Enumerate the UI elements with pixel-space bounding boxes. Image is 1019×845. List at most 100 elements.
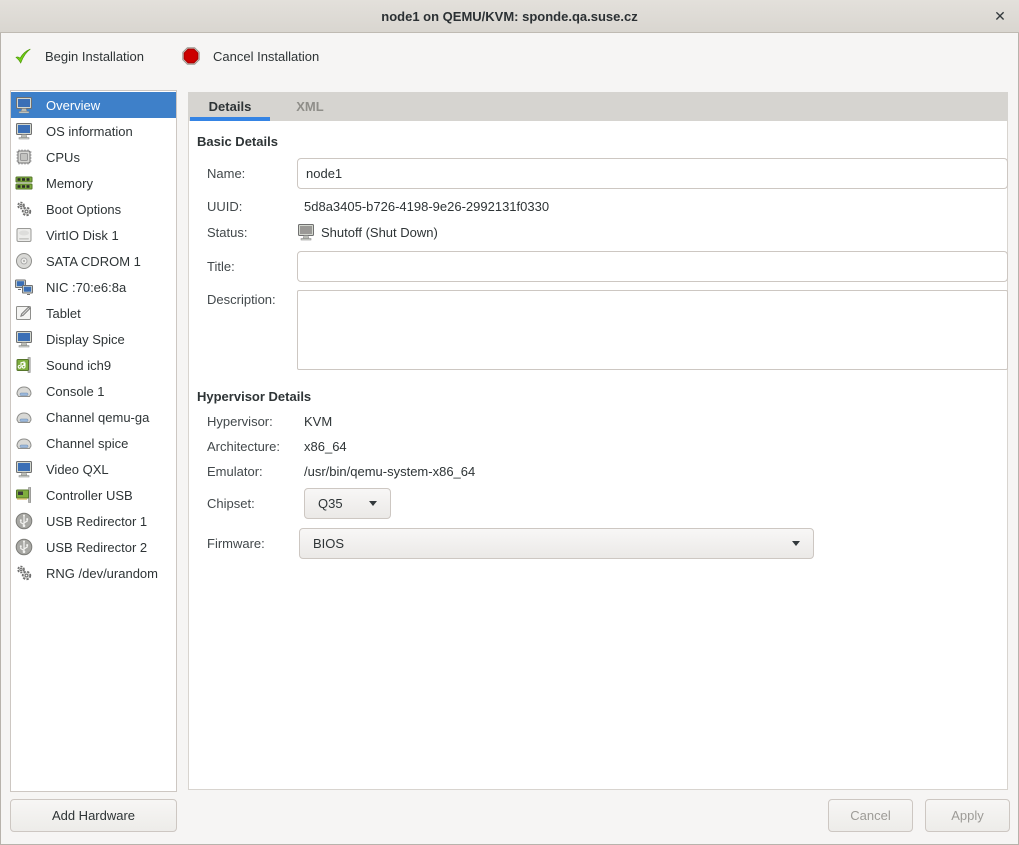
description-label: Description: — [207, 292, 276, 308]
gears-icon — [14, 199, 34, 219]
sidebar-item-label: CPUs — [46, 150, 80, 165]
name-label: Name: — [207, 166, 245, 182]
sidebar-item-virtio-disk-1[interactable]: VirtIO Disk 1 — [11, 222, 176, 248]
cpu-icon — [14, 147, 34, 167]
tab-details[interactable]: Details — [190, 92, 270, 121]
details-panel: Basic Details Name: UUID: 5d8a3405-b726-… — [188, 121, 1008, 790]
monitor-icon — [14, 459, 34, 479]
window-title: node1 on QEMU/KVM: sponde.qa.suse.cz — [381, 9, 637, 24]
sidebar-item-overview[interactable]: Overview — [11, 92, 176, 118]
sound-card-icon — [14, 355, 34, 375]
title-input[interactable] — [297, 251, 1008, 282]
emulator-label: Emulator: — [207, 464, 263, 480]
title-label: Title: — [207, 259, 235, 275]
sidebar-item-video-qxl[interactable]: Video QXL — [11, 456, 176, 482]
close-icon[interactable]: ✕ — [987, 3, 1013, 29]
sidebar-item-label: Controller USB — [46, 488, 133, 503]
sidebar-item-usb-redirector-1[interactable]: USB Redirector 1 — [11, 508, 176, 534]
sidebar-item-sata-cdrom-1[interactable]: SATA CDROM 1 — [11, 248, 176, 274]
monitor-icon — [14, 329, 34, 349]
tablet-icon — [14, 303, 34, 323]
serial-device-icon — [14, 381, 34, 401]
monitor-icon — [14, 95, 34, 115]
sidebar-item-label: Overview — [46, 98, 100, 113]
cancel-installation-label: Cancel Installation — [213, 49, 319, 64]
sidebar-item-label: SATA CDROM 1 — [46, 254, 141, 269]
sidebar-item-label: Console 1 — [46, 384, 105, 399]
sidebar-item-label: Boot Options — [46, 202, 121, 217]
cancel-installation-button[interactable]: Cancel Installation — [180, 45, 319, 67]
sidebar-item-cpus[interactable]: CPUs — [11, 144, 176, 170]
architecture-label: Architecture: — [207, 439, 280, 455]
toolbar: Begin Installation Cancel Installation — [0, 34, 1019, 78]
uuid-label: UUID: — [207, 199, 242, 215]
network-icon — [14, 277, 34, 297]
status-value: Shutoff (Shut Down) — [321, 225, 438, 240]
sidebar-item-console-1[interactable]: Console 1 — [11, 378, 176, 404]
sidebar-item-tablet[interactable]: Tablet — [11, 300, 176, 326]
cdrom-icon — [14, 251, 34, 271]
sidebar-item-label: RNG /dev/urandom — [46, 566, 158, 581]
chipset-label: Chipset: — [207, 496, 255, 512]
hypervisor-details-heading: Hypervisor Details — [197, 389, 311, 405]
hypervisor-label: Hypervisor: — [207, 414, 273, 430]
tab-xml-label: XML — [296, 99, 323, 114]
shutoff-monitor-icon — [296, 222, 316, 242]
sidebar-item-channel-qemu-ga[interactable]: Channel qemu-ga — [11, 404, 176, 430]
uuid-value: 5d8a3405-b726-4198-9e26-2992131f0330 — [304, 199, 549, 215]
sidebar-item-label: Channel qemu-ga — [46, 410, 149, 425]
emulator-value: /usr/bin/qemu-system-x86_64 — [304, 464, 475, 480]
serial-device-icon — [14, 433, 34, 453]
sidebar-item-memory[interactable]: Memory — [11, 170, 176, 196]
sidebar-item-label: Sound ich9 — [46, 358, 111, 373]
sidebar-item-channel-spice[interactable]: Channel spice — [11, 430, 176, 456]
hypervisor-value: KVM — [304, 414, 332, 430]
sidebar-item-sound-ich9[interactable]: Sound ich9 — [11, 352, 176, 378]
cancel-button[interactable]: Cancel — [828, 799, 913, 832]
sidebar-item-label: USB Redirector 2 — [46, 540, 147, 555]
usb-icon — [14, 511, 34, 531]
disk-icon — [14, 225, 34, 245]
chevron-down-icon — [369, 501, 377, 506]
details-notebook: Details XML Basic Details Name: UUID: 5d… — [188, 92, 1008, 790]
sidebar-item-usb-redirector-2[interactable]: USB Redirector 2 — [11, 534, 176, 560]
stop-icon — [180, 45, 202, 67]
firmware-dropdown[interactable]: BIOS — [299, 528, 814, 559]
status-label: Status: — [207, 225, 247, 241]
serial-device-icon — [14, 407, 34, 427]
sidebar-item-label: VirtIO Disk 1 — [46, 228, 119, 243]
sidebar-item-label: OS information — [46, 124, 133, 139]
add-hardware-button[interactable]: Add Hardware — [10, 799, 177, 832]
tab-bar: Details XML — [188, 92, 1008, 121]
sidebar-item-label: Display Spice — [46, 332, 125, 347]
sidebar-item-rng-dev-urandom[interactable]: RNG /dev/urandom — [11, 560, 176, 586]
firmware-label: Firmware: — [207, 536, 265, 552]
sidebar-item-label: Channel spice — [46, 436, 128, 451]
description-textarea[interactable] — [297, 290, 1008, 370]
status-value-row: Shutoff (Shut Down) — [296, 222, 438, 242]
name-input[interactable] — [297, 158, 1008, 189]
architecture-value: x86_64 — [304, 439, 347, 455]
sidebar-item-label: Tablet — [46, 306, 81, 321]
apply-button[interactable]: Apply — [925, 799, 1010, 832]
hardware-list: Overview OS information CPUs Memory Boot Opt… — [10, 90, 177, 792]
sidebar-item-display-spice[interactable]: Display Spice — [11, 326, 176, 352]
checkmark-icon — [12, 45, 34, 67]
sidebar-item-controller-usb[interactable]: Controller USB — [11, 482, 176, 508]
usb-icon — [14, 537, 34, 557]
titlebar: node1 on QEMU/KVM: sponde.qa.suse.cz ✕ — [0, 0, 1019, 33]
sidebar-item-nic-70-e6-8a[interactable]: NIC :70:e6:8a — [11, 274, 176, 300]
monitor-icon — [14, 121, 34, 141]
firmware-value: BIOS — [313, 536, 344, 551]
chipset-value: Q35 — [318, 496, 343, 511]
sidebar-item-label: Video QXL — [46, 462, 109, 477]
tab-xml[interactable]: XML — [270, 92, 350, 121]
begin-installation-label: Begin Installation — [45, 49, 144, 64]
sidebar-item-boot-options[interactable]: Boot Options — [11, 196, 176, 222]
pci-card-icon — [14, 485, 34, 505]
begin-installation-button[interactable]: Begin Installation — [12, 45, 144, 67]
basic-details-heading: Basic Details — [197, 134, 278, 150]
chipset-dropdown[interactable]: Q35 — [304, 488, 391, 519]
chevron-down-icon — [792, 541, 800, 546]
sidebar-item-os-information[interactable]: OS information — [11, 118, 176, 144]
